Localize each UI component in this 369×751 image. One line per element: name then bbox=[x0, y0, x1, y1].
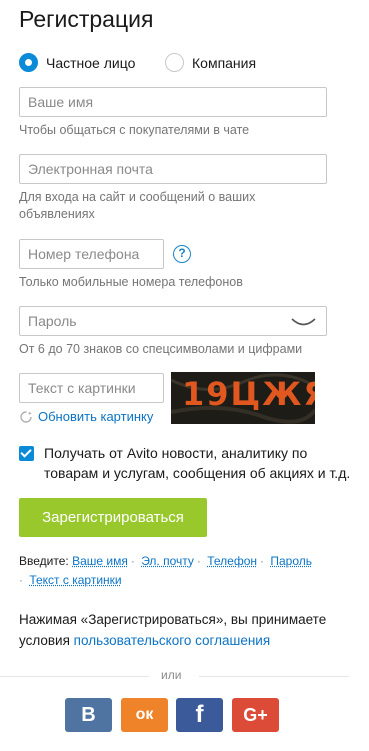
separator: · bbox=[196, 554, 201, 568]
page-title: Регистрация bbox=[19, 6, 154, 32]
terms-text: Нажимая «Зарегистрироваться», вы принима… bbox=[19, 609, 326, 651]
link-name-field[interactable]: Ваше имя bbox=[72, 554, 128, 568]
radio-company-indicator[interactable] bbox=[165, 53, 184, 72]
radio-private-indicator[interactable] bbox=[19, 53, 38, 72]
separator: · bbox=[19, 573, 23, 587]
divider-right bbox=[199, 676, 349, 677]
facebook-login-button[interactable]: f bbox=[176, 698, 223, 732]
ok-login-button[interactable]: ок bbox=[121, 698, 168, 732]
divider-left bbox=[0, 676, 149, 677]
separator: · bbox=[130, 554, 135, 568]
link-phone-field[interactable]: Телефон bbox=[207, 554, 257, 568]
email-hint-line1: Для входа на сайт и сообщений о ваших bbox=[19, 190, 256, 204]
captcha-image: 19ЦЖЯ bbox=[171, 372, 315, 424]
newsletter-checkbox[interactable] bbox=[19, 446, 34, 461]
newsletter-label-line2: товарам и услугам, сообщения об акциях и… bbox=[44, 465, 351, 481]
newsletter-label: Получать от Avito новости, аналитику по … bbox=[44, 443, 350, 483]
vk-icon: В bbox=[81, 704, 96, 726]
phone-input[interactable]: Номер телефона bbox=[19, 239, 164, 269]
odnoklassniki-icon: ок bbox=[135, 706, 154, 723]
phone-hint: Только мобильные номера телефонов bbox=[19, 275, 243, 289]
help-icon[interactable]: ? bbox=[173, 245, 191, 263]
radio-private-label: Частное лицо bbox=[46, 54, 136, 71]
terms-prefix: условия bbox=[19, 633, 74, 648]
name-hint: Чтобы общаться с покупателями в чате bbox=[19, 123, 250, 137]
facebook-icon: f bbox=[195, 701, 204, 728]
email-input[interactable]: Электронная почта bbox=[19, 154, 327, 184]
missing-fields-label: Введите: bbox=[19, 554, 69, 568]
radio-company[interactable]: Компания bbox=[165, 53, 256, 72]
radio-private[interactable]: Частное лицо bbox=[19, 53, 135, 72]
email-hint-line2: объявлениях bbox=[19, 207, 95, 221]
user-agreement-link[interactable]: пользовательского соглашения bbox=[74, 633, 270, 648]
terms-line2: условия пользовательского соглашения bbox=[19, 630, 326, 651]
link-captcha-field[interactable]: Текст с картинки bbox=[29, 573, 121, 587]
refresh-icon bbox=[20, 410, 32, 423]
vk-login-button[interactable]: В bbox=[65, 698, 112, 732]
register-button[interactable]: Зарегистрироваться bbox=[19, 498, 207, 537]
missing-fields-prompt: Введите: Ваше имя · Эл. почту · Телефон · П… bbox=[19, 552, 349, 590]
captcha-input[interactable]: Текст с картинки bbox=[19, 373, 164, 403]
separator: · bbox=[260, 554, 264, 568]
refresh-captcha-link[interactable]: Обновить картинку bbox=[19, 409, 153, 424]
show-password-eye-icon[interactable] bbox=[290, 316, 317, 328]
password-hint: От 6 до 70 знаков со спецсимволами и циф… bbox=[19, 342, 303, 356]
link-password-field[interactable]: Пароль bbox=[270, 554, 312, 568]
captcha-text: 19ЦЖЯ bbox=[182, 375, 315, 413]
password-input[interactable]: Пароль bbox=[19, 306, 327, 336]
or-label: или bbox=[161, 668, 182, 682]
google-plus-icon: G+ bbox=[243, 705, 268, 725]
newsletter-label-line1: Получать от Avito новости, аналитику по bbox=[44, 445, 308, 461]
link-email-field[interactable]: Эл. почту bbox=[141, 554, 194, 568]
radio-company-label: Компания bbox=[192, 54, 257, 71]
name-input[interactable]: Ваше имя bbox=[19, 87, 327, 117]
refresh-captcha-label[interactable]: Обновить картинку bbox=[38, 409, 153, 424]
google-plus-login-button[interactable]: G+ bbox=[232, 698, 279, 732]
terms-line1: Нажимая «Зарегистрироваться», вы принима… bbox=[19, 612, 327, 627]
